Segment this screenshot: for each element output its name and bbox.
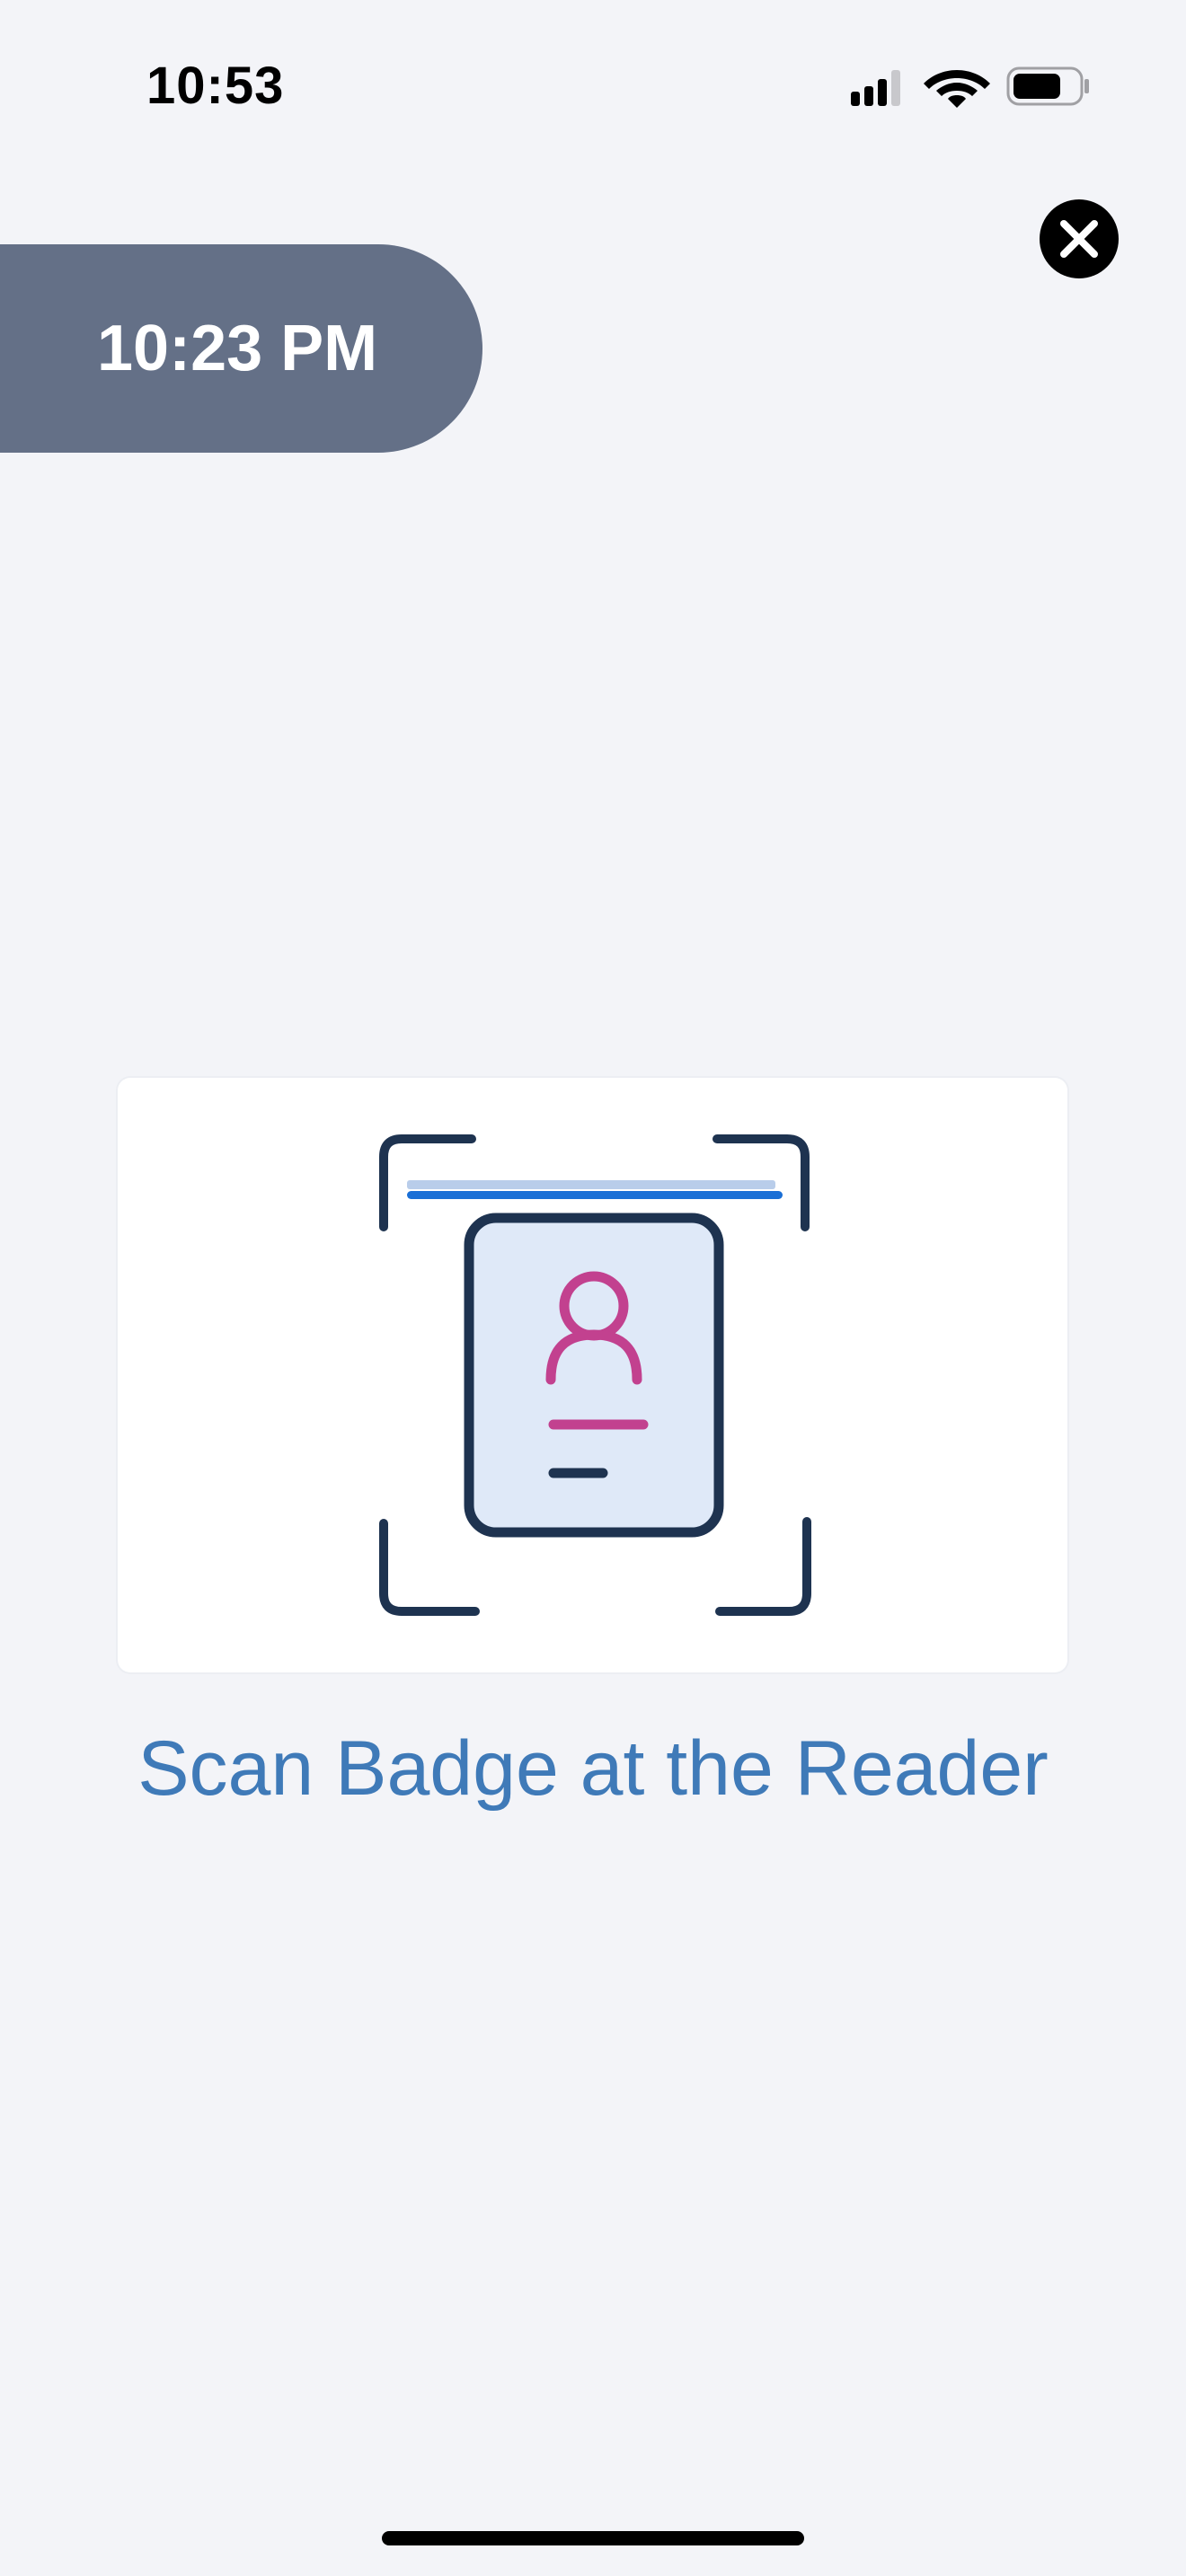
home-indicator[interactable]: [382, 2531, 804, 2545]
badge-scan-icon: [379, 1134, 811, 1616]
cellular-signal-icon: [851, 70, 900, 106]
close-button[interactable]: [1040, 199, 1119, 278]
status-icons: [851, 66, 1089, 108]
badge-outline: [464, 1213, 724, 1538]
status-time: 10:53: [146, 57, 285, 115]
session-time-pill: 10:23 PM: [0, 244, 482, 453]
status-bar: 10:53: [0, 0, 1186, 180]
badge-scan-card: [118, 1078, 1067, 1672]
close-icon: [1060, 220, 1098, 258]
scan-line: [407, 1191, 783, 1199]
battery-icon: [1006, 66, 1089, 106]
scan-instruction: Scan Badge at the Reader: [137, 1725, 1049, 1812]
session-time-label: 10:23 PM: [97, 313, 378, 384]
scan-line-glow: [407, 1180, 775, 1189]
wifi-icon: [924, 70, 990, 108]
